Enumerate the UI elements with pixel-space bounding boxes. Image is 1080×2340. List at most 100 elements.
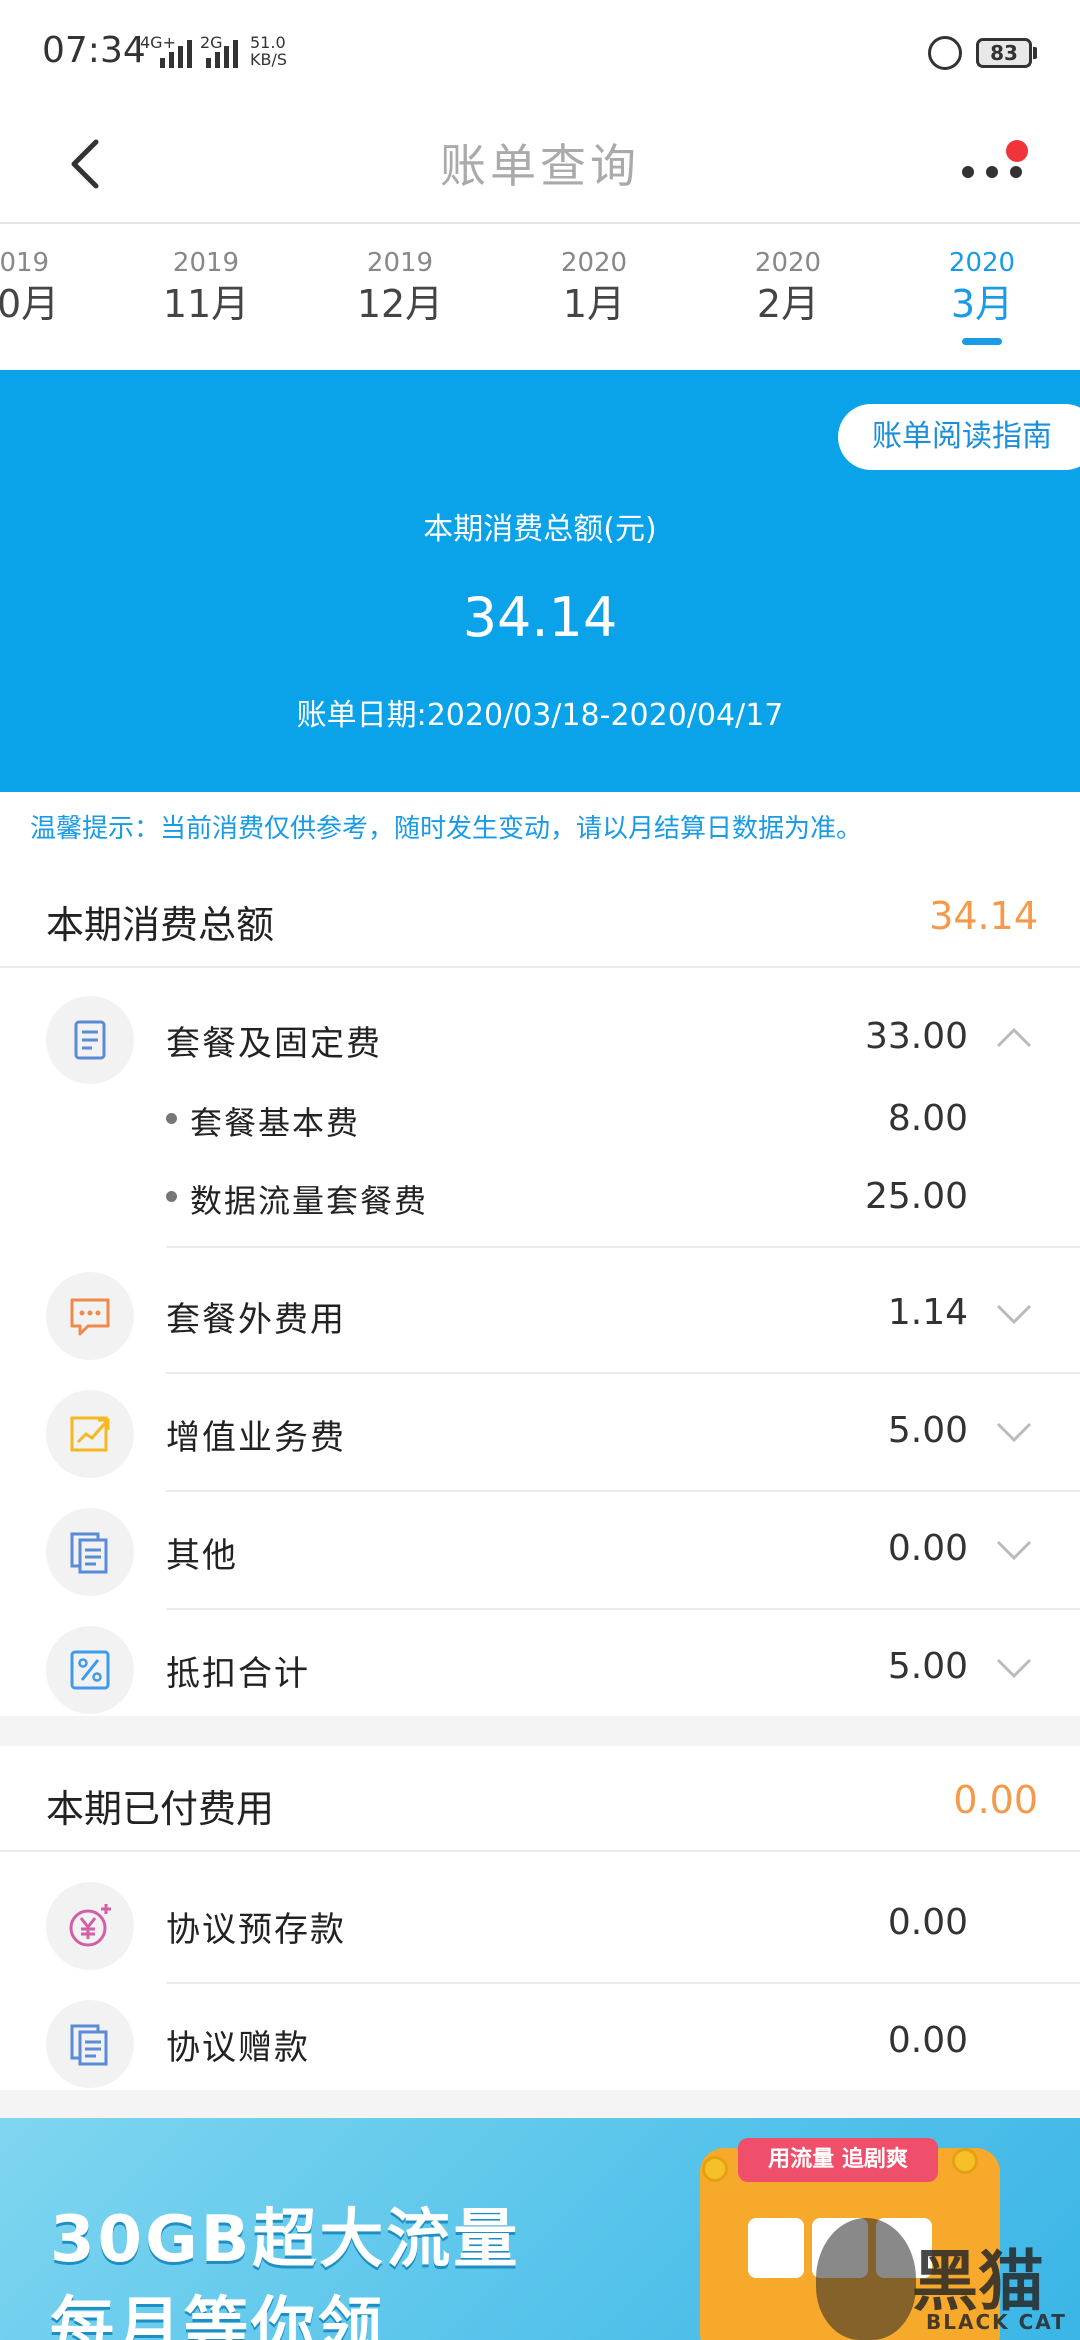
bill-date: 账单日期:2020/03/18-2020/04/17 [296,698,784,733]
fee-row-value-added[interactable]: 增值业务费 5.00 [0,1374,1080,1492]
sub-fee-name: 数据流量套餐费 [190,1182,429,1220]
status-bar: 07:34 4G+ 2G 51.0 KB/S 83 [0,0,1080,110]
chat-bubble-icon [46,1272,134,1360]
battery-tip [1033,47,1037,59]
percent-icon [46,1626,134,1714]
month-tab-year: 2019 [366,248,434,278]
active-indicator [962,338,1002,345]
month-tab-month: 12月 [356,282,444,326]
month-tab-2020-2[interactable]: 2020 2月 [728,246,848,328]
paid-row-prestore[interactable]: 协议预存款 0.00 [0,1866,1080,1984]
paid-row-grant[interactable]: 协议赠款 0.00 [0,1984,1080,2102]
banner-subline: 每月等你领 [50,2291,385,2340]
month-tab-2019-10[interactable]: 2019 10月 [0,246,76,328]
copy-document-icon [46,1508,134,1596]
consumption-header: 本期消费总额 34.14 [0,868,1080,968]
promo-banner[interactable]: 30GB超大流量 每月等你领 用流量 追剧爽 黑猫 BLACK CAT [0,2118,1080,2340]
document-icon [46,996,134,1084]
notification-badge [1006,140,1028,162]
paid-value: 0.00 [887,2020,968,2061]
total-amount: 34.14 [462,586,618,649]
chevron-down-icon [996,1304,1032,1325]
fee-name: 其他 [166,1536,238,1576]
battery-icon: 83 [976,38,1032,68]
sub-fee-row: 数据流量套餐费 25.00 [0,1158,1080,1236]
paid-header: 本期已付费用 0.00 [0,1752,1080,1852]
signal-strength-icon [160,36,192,68]
bill-guide-button[interactable]: 账单阅读指南 [838,404,1080,470]
network-speed-value: 51.0 [250,33,286,52]
paid-name: 协议预存款 [166,1910,346,1950]
copy-document-icon [46,2000,134,2088]
consumption-total: 34.14 [929,894,1038,938]
rotation-lock-icon [928,36,962,70]
fee-row-other[interactable]: 其他 0.00 [0,1492,1080,1610]
divider [166,1246,1080,1248]
coin-icon [702,2156,728,2182]
month-tab-year: 2020 [754,248,822,278]
fee-name: 抵扣合计 [166,1654,310,1694]
signal-strength-icon-2 [206,36,238,68]
watermark-sub: BLACK CAT [926,2310,1067,2334]
month-tab-year: 2020 [560,248,628,278]
paid-name: 协议赠款 [166,2028,310,2068]
month-tab-month: 11月 [162,282,250,326]
bill-summary-card: 账单阅读指南 本期消费总额(元) 34.14 账单日期:2020/03/18-2… [0,370,1080,792]
month-tab-month: 10月 [0,282,60,326]
month-tab-2020-1[interactable]: 2020 1月 [534,246,654,328]
chevron-down-icon [996,1422,1032,1443]
banner-tag: 用流量 追剧爽 [738,2138,938,2182]
paid-value: 0.00 [887,1902,968,1943]
page-title: 账单查询 [440,139,640,193]
fee-name: 套餐外费用 [166,1300,346,1340]
fee-row-extra-package[interactable]: 套餐外费用 1.14 [0,1256,1080,1374]
app-header: 账单查询 [0,110,1080,224]
month-selector: 2019 10月 2019 11月 2019 12月 2020 1月 2020 … [0,226,1080,370]
sub-fee-name: 套餐基本费 [190,1104,361,1142]
cat-logo-icon [816,2218,916,2340]
paid-title: 本期已付费用 [46,1787,275,1831]
more-dot [1010,166,1022,178]
yuan-coin-icon [46,1882,134,1970]
fee-row-deduction[interactable]: 抵扣合计 5.00 [0,1610,1080,1728]
bullet [166,1113,177,1124]
fee-name: 套餐及固定费 [166,1024,382,1064]
month-tab-month: 3月 [950,282,1014,326]
more-button[interactable] [950,130,1040,200]
section-gap [0,2090,1080,2120]
fee-value: 5.00 [887,1646,968,1687]
network-speed-unit: KB/S [250,50,288,69]
month-tab-2020-3[interactable]: 2020 3月 [922,246,1042,345]
fee-value: 5.00 [887,1410,968,1451]
section-gap [0,1716,1080,1746]
more-dot [986,166,998,178]
fee-value: 0.00 [887,1528,968,1569]
play-icon [748,2218,804,2278]
bullet [166,1191,177,1202]
fee-value: 33.00 [864,1016,968,1057]
fee-name: 增值业务费 [166,1418,346,1458]
chevron-down-icon [996,1540,1032,1561]
month-tab-month: 2月 [756,282,820,326]
consumption-title: 本期消费总额 [46,903,275,947]
fee-value: 1.14 [887,1292,968,1333]
clock: 07:34 [42,30,146,71]
chevron-up-icon [996,1027,1032,1048]
month-tab-year: 2019 [0,248,50,278]
notice-tip: 温馨提示：当前消费仅供参考，随时发生变动，请以月结算日数据为准。 [30,814,863,844]
battery-level: 83 [990,41,1018,65]
network-speed: 51.0 KB/S [250,34,287,68]
sub-fee-value: 25.00 [864,1176,968,1217]
paid-total: 0.00 [953,1778,1038,1822]
sub-fee-value: 8.00 [887,1098,968,1139]
month-tab-2019-12[interactable]: 2019 12月 [340,246,460,328]
coin-icon [952,2148,978,2174]
more-dots-icon [962,166,974,178]
trend-chart-icon [46,1390,134,1478]
chevron-down-icon [996,1658,1032,1679]
sub-fee-row: 套餐基本费 8.00 [0,1080,1080,1158]
month-tab-2019-11[interactable]: 2019 11月 [146,246,266,328]
month-tab-year: 2019 [172,248,240,278]
month-tab-year: 2020 [948,248,1016,278]
banner-headline: 30GB超大流量 [50,2203,521,2277]
